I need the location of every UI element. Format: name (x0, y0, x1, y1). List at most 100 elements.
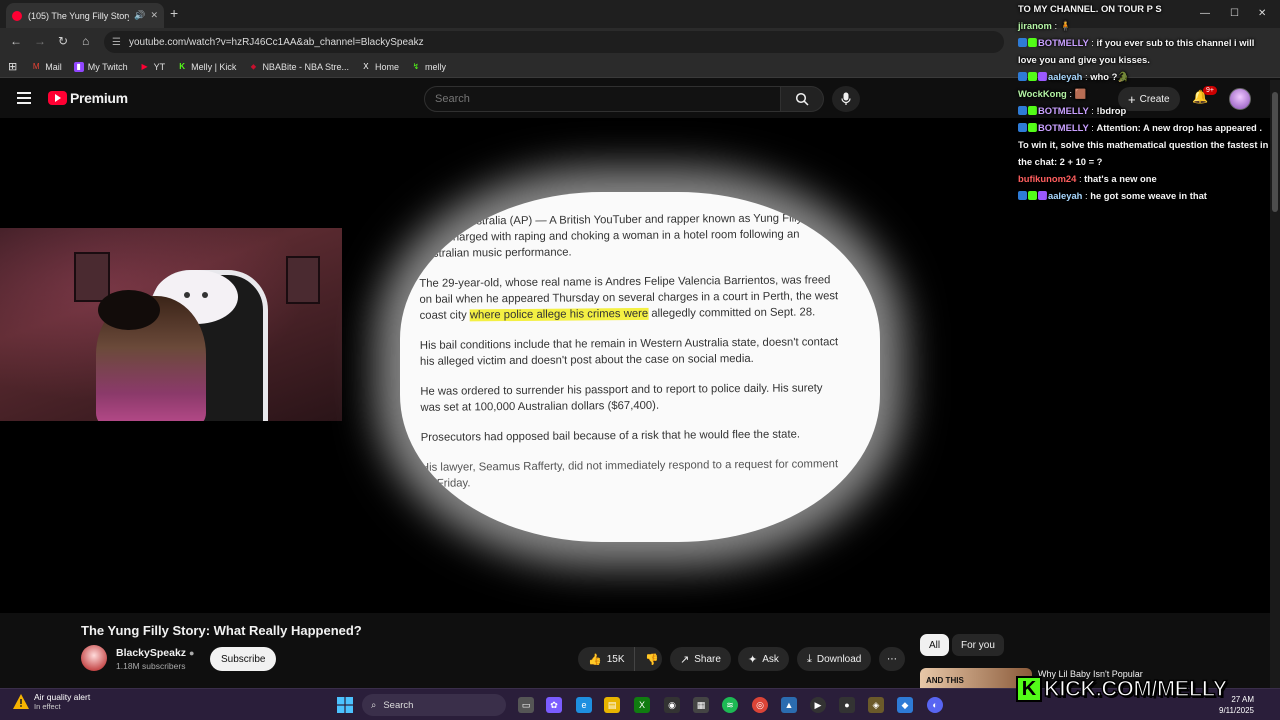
bookmark-melly-kick[interactable]: K Melly | Kick (177, 62, 236, 72)
bookmark-my-twitch[interactable]: ▮ My Twitch (73, 61, 128, 72)
chip-all[interactable]: All (920, 634, 950, 656)
chat-badge-icon (1018, 106, 1027, 115)
close-tab-icon[interactable]: ✕ (150, 10, 158, 21)
kick-icon: K (179, 62, 185, 71)
youtube-premium-logo[interactable]: Premium (48, 90, 128, 106)
search-input[interactable] (424, 86, 781, 112)
news-article-spotlight: PERTH, Australia (AP) — A British YouTub… (400, 192, 880, 542)
chat-username[interactable]: BOTMELLY (1038, 105, 1089, 116)
new-tab-icon[interactable]: + (170, 5, 178, 21)
chat-badge-icon (1038, 191, 1047, 200)
channel-avatar[interactable] (81, 645, 107, 671)
chip-for-you[interactable]: For you (952, 634, 1004, 656)
page-scrollbar[interactable] (1270, 80, 1280, 688)
nbabite-icon: ⬥ (250, 61, 257, 71)
back-icon[interactable]: ← (10, 34, 22, 48)
ask-button[interactable]: ✦ Ask (738, 647, 789, 671)
like-button[interactable]: 👍 15K (578, 647, 634, 671)
file-explorer-icon[interactable]: ▤ (604, 697, 620, 713)
chrome-icon[interactable]: ◎ (752, 697, 768, 713)
download-button[interactable]: ⤓ Download (797, 647, 872, 671)
xbox-icon[interactable]: X (634, 697, 650, 713)
bookmark-home[interactable]: X Home (361, 62, 399, 72)
youtube-icon: ▶ (141, 62, 148, 71)
alert-subtitle: In effect (34, 702, 61, 711)
windows-start-icon[interactable] (337, 697, 353, 718)
browser-tab-active[interactable]: (105) The Yung Filly Story: W 🔊 ✕ (6, 3, 164, 28)
chat-username[interactable]: aaleyah (1048, 71, 1082, 82)
chat-message: jiranom : 🧍 (1018, 20, 1072, 31)
app-icon[interactable]: ◈ (868, 697, 884, 713)
kick-icon: ↯ (412, 62, 420, 71)
dislike-button[interactable]: 👎 (634, 647, 662, 671)
kick-url-text: KICK.COM/MELLY (1043, 675, 1228, 701)
bookmark-mail[interactable]: M Mail (31, 62, 62, 72)
bookmark-melly[interactable]: ↯ melly (411, 62, 446, 72)
url-text: youtube.com/watch?v=hzRJ46Cc1AA&ab_chann… (128, 36, 424, 48)
screen: (105) The Yung Filly Story: W 🔊 ✕ + ← → … (0, 0, 1280, 720)
bookmark-nbabite[interactable]: ⬥ NBABite - NBA Stre... (248, 62, 349, 72)
share-button[interactable]: ↗ Share (670, 647, 731, 671)
chat-username[interactable]: bufikunom24 (1018, 173, 1076, 184)
chat-text: !bdrop (1096, 105, 1127, 116)
scrollbar-thumb[interactable] (1272, 92, 1278, 212)
menu-icon[interactable] (17, 92, 31, 104)
store-icon[interactable]: ▦ (693, 697, 709, 713)
steam-icon[interactable]: ◉ (664, 697, 680, 713)
subscriber-count: 1.18M subscribers (116, 661, 186, 671)
taskbar-search[interactable]: ⌕ Search (362, 694, 506, 716)
sparkle-icon: ✦ (748, 653, 758, 666)
chat-username[interactable]: WockKong (1018, 88, 1067, 99)
weather-alert-widget[interactable]: Air quality alert In effect (12, 692, 90, 711)
search-button[interactable] (781, 86, 824, 112)
alert-title: Air quality alert (34, 692, 91, 702)
chat-text: who ?🐊 (1090, 71, 1129, 82)
stream-chat-overlay: TO MY CHANNEL. ON TOUR P S jiranom : 🧍 BOT… (1014, 0, 1270, 204)
youtube-logo-icon (48, 91, 67, 105)
chat-message: BOTMELLY : Attention: A new drop has app… (1018, 122, 1269, 167)
verified-icon: ● (188, 648, 195, 658)
photos-icon[interactable]: ▲ (781, 697, 797, 713)
chat-text: TO MY CHANNEL. ON TOUR P S (1018, 3, 1162, 14)
channel-name[interactable]: BlackySpeakz ● (116, 647, 194, 659)
spotify-icon[interactable]: ≋ (722, 697, 738, 713)
voice-search-button[interactable] (832, 86, 860, 112)
chat-badge-icon (1028, 191, 1037, 200)
chat-message: BOTMELLY : if you ever sub to this chann… (1018, 37, 1255, 65)
search-icon (795, 92, 809, 106)
youtube-favicon-icon (12, 10, 22, 21)
apps-icon[interactable]: ⊞ (8, 60, 17, 73)
more-actions-button[interactable]: ⋯ (879, 647, 905, 671)
chat-username[interactable]: BOTMELLY (1038, 37, 1089, 48)
chat-badge-icon (1018, 72, 1027, 81)
chat-username[interactable]: BOTMELLY (1038, 122, 1089, 133)
search-icon: ⌕ (371, 699, 377, 711)
obs-icon[interactable]: ● (839, 697, 855, 713)
copilot-icon[interactable]: ✿ (546, 697, 562, 713)
reload-icon[interactable]: ↻ (58, 34, 68, 48)
article-paragraph-highlighted: The 29-year-old, whose real name is Andr… (419, 274, 839, 322)
home-icon[interactable]: ⌂ (82, 34, 89, 48)
url-field[interactable]: ☰ youtube.com/watch?v=hzRJ46Cc1AA&ab_cha… (104, 31, 1004, 53)
chat-message: WockKong : 🟫 (1018, 88, 1087, 99)
media-player-icon[interactable]: ▶ (810, 697, 826, 713)
search-bar (424, 86, 824, 112)
chat-badge-icon (1028, 38, 1037, 47)
chat-username[interactable]: aaleyah (1048, 190, 1082, 201)
thumbs-down-icon: 👎 (645, 653, 659, 666)
app-icon[interactable]: ◆ (897, 697, 913, 713)
discord-icon[interactable]: ◐ (927, 697, 943, 713)
task-view-icon[interactable]: ▭ (518, 697, 534, 713)
subscribe-button[interactable]: Subscribe (210, 647, 277, 671)
bookmark-yt[interactable]: ▶ YT (140, 62, 166, 72)
chat-badge-icon (1018, 123, 1027, 132)
speaker-icon[interactable]: 🔊 (134, 10, 145, 21)
forward-icon[interactable]: → (34, 34, 46, 48)
chat-message: aaleyah : he got some weave in that (1014, 187, 1270, 204)
edge-icon[interactable]: e (576, 697, 592, 713)
chat-username[interactable]: jiranom (1018, 20, 1052, 31)
site-info-icon[interactable]: ☰ (112, 37, 121, 48)
chat-message: aaleyah : who ?🐊 (1014, 68, 1270, 85)
highlighted-text: where police allege his crimes were (469, 307, 649, 322)
tab-title: (105) The Yung Filly Story: W (28, 10, 129, 21)
